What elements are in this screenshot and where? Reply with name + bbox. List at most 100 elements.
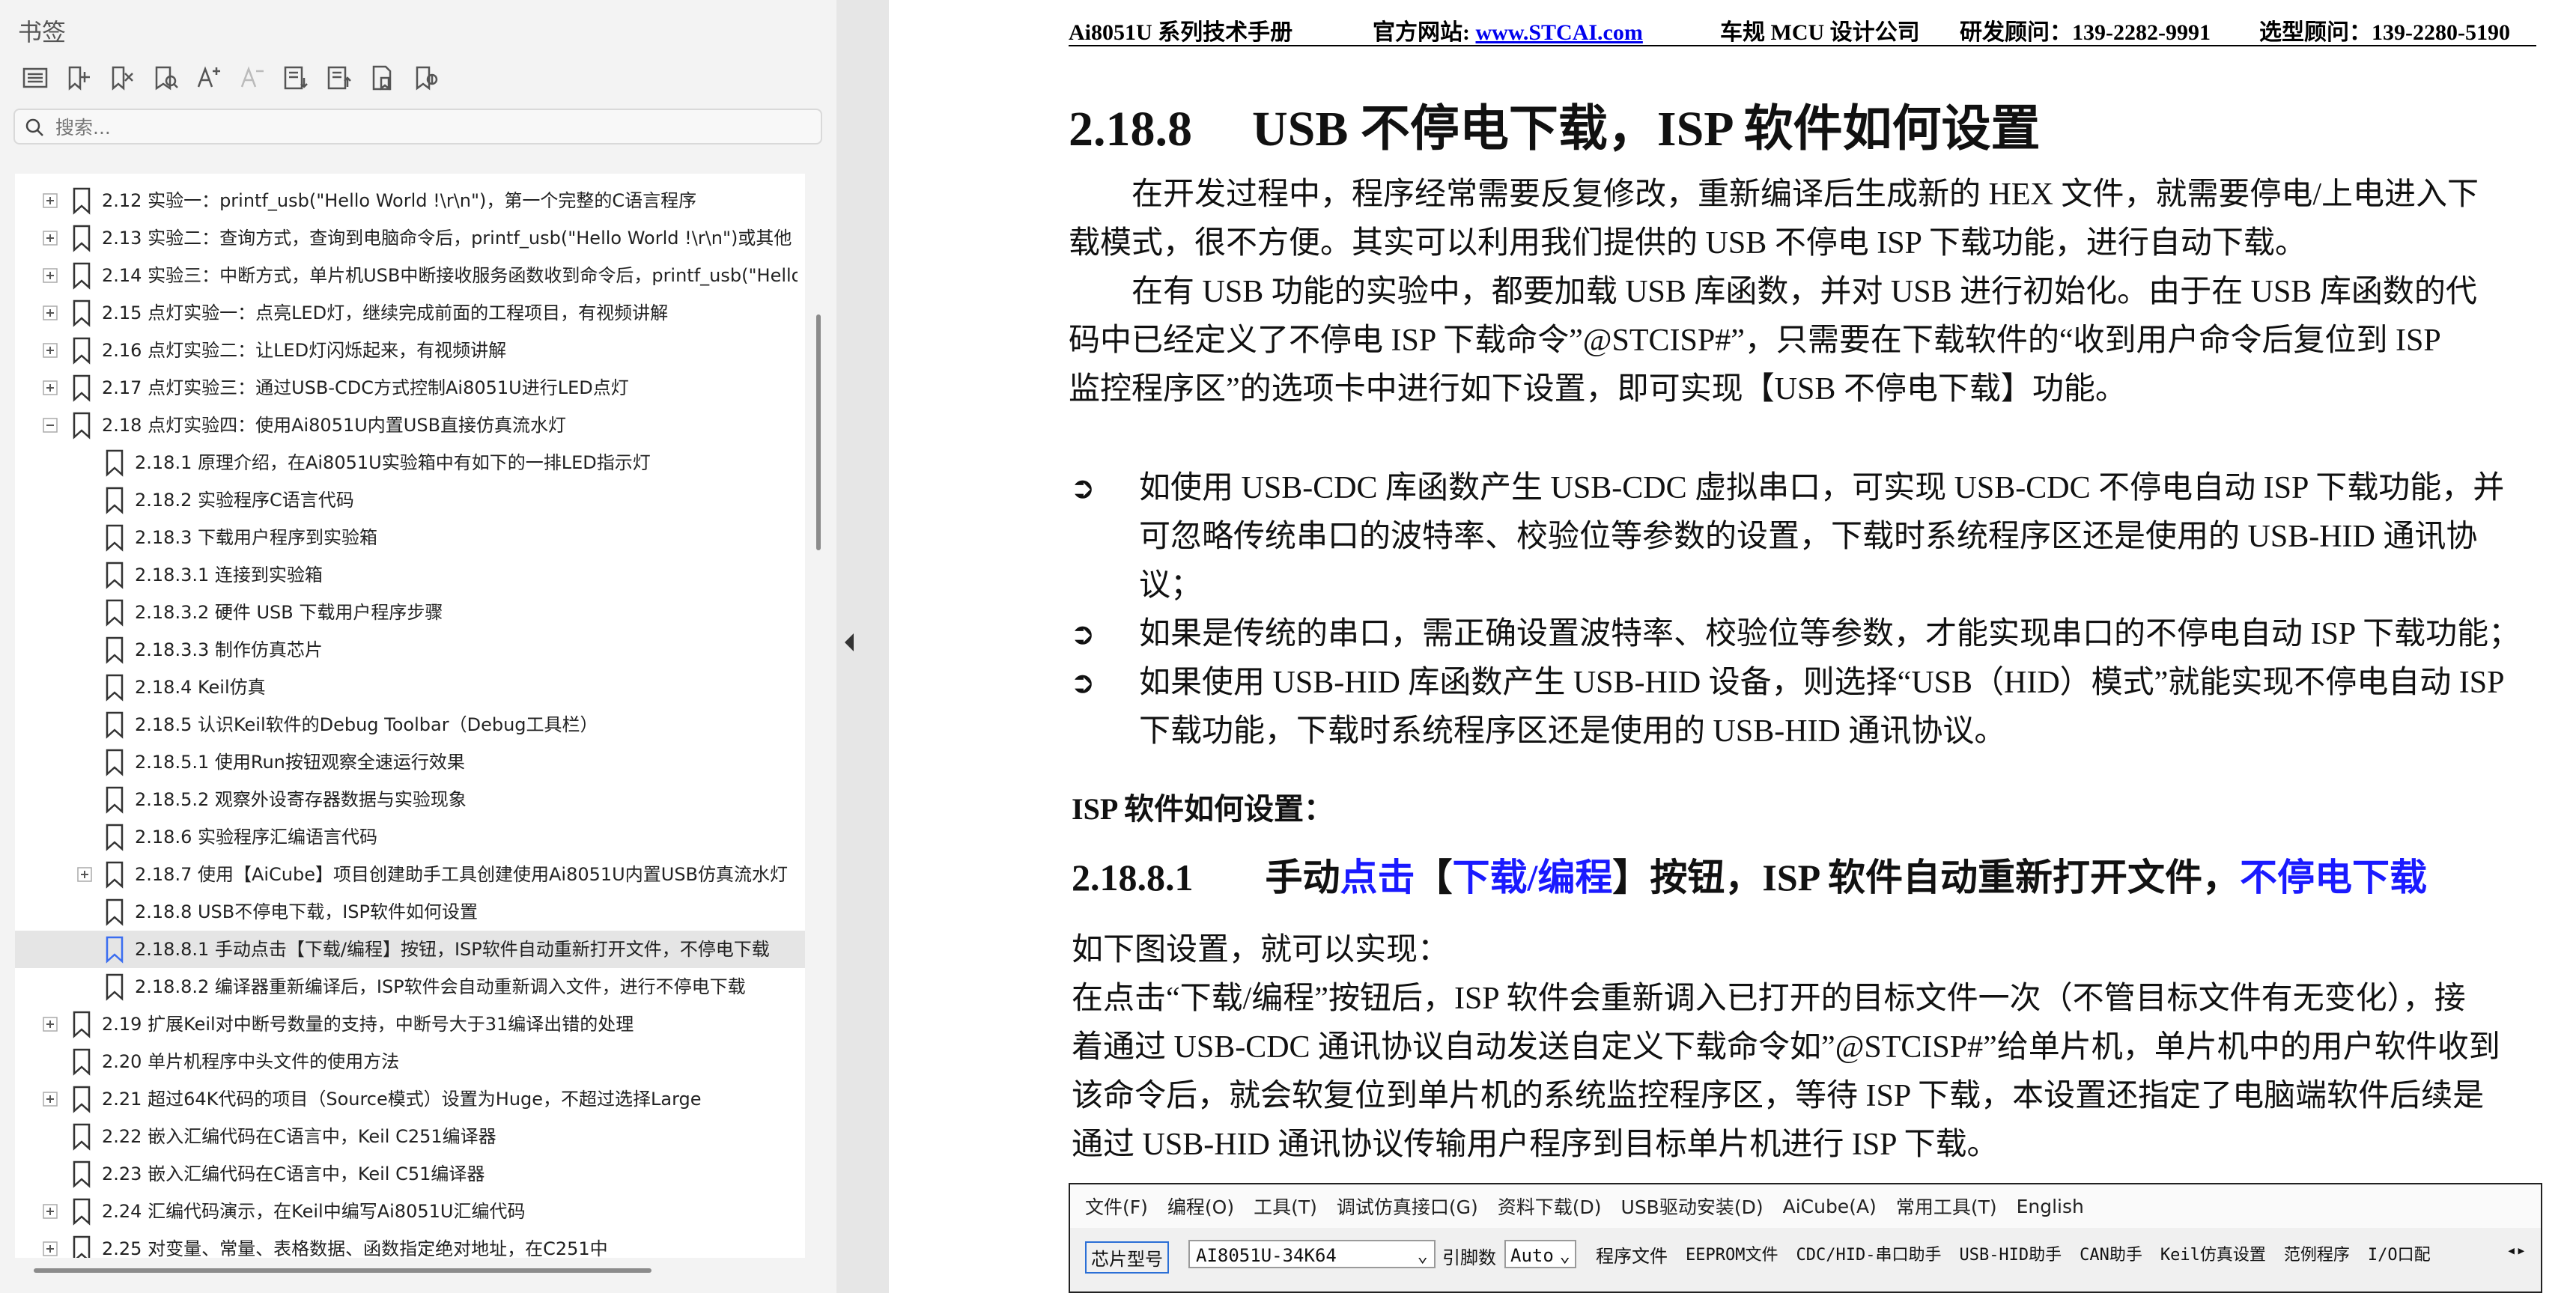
expand-icon[interactable] [42,380,58,396]
vertical-scrollbar-thumb[interactable] [816,314,821,550]
add-bookmark-icon[interactable] [57,61,100,94]
bookmark-item[interactable]: 2.18 点灯实验四：使用Ai8051U内置USB直接仿真流水灯 [15,407,805,444]
bookmark-item[interactable]: 2.18.8.2 编译器重新编译后，ISP软件会自动重新调入文件，进行不停电下载 [15,968,805,1006]
subsection-title-part: 】按钮，ISP 软件自动重新打开文件， [1612,857,2240,898]
page-bookmark-icon[interactable] [361,61,404,94]
bookmark-icon [106,973,124,1001]
bullet-2-line-1: 如果是传统的串口，需正确设置波特率、校验位等参数，才能实现串口的不停电自动 IS… [1139,617,2521,651]
paragraph-4-line-1: 在点击“下载/编程”按钮后，ISP 软件会重新调入已打开的目标文件一次（不管目标… [1072,982,2466,1016]
bookmark-item[interactable]: 2.18.3.2 硬件 USB 下载用户程序步骤 [15,594,805,631]
bullet-1-line-2: 可忽略传统串口的波特率、校验位等参数的设置，下载时系统程序区还是使用的 USB-… [1139,520,2478,554]
document-page: Ai8051U 系列技术手册 官方网站: www.STCAI.com 车规 MC… [889,0,2576,1293]
bookmark-item[interactable]: 2.18.3.1 连接到实验箱 [15,556,805,594]
bookmark-icon [106,674,124,702]
pins-select: Auto ⌄ [1504,1240,1576,1268]
bookmark-icon [73,1160,91,1188]
bookmark-label: 2.18.3.1 连接到实验箱 [135,565,323,585]
bookmark-icon [106,562,124,589]
header-website: 官方网站: www.STCAI.com [1373,13,1643,46]
search-input[interactable] [54,110,806,144]
bookmark-item[interactable]: 2.18.3.3 制作仿真芯片 [15,631,805,669]
bookmark-item[interactable]: 2.16 点灯实验二：让LED灯闪烁起来，有视频讲解 [15,332,805,369]
collapse-all-icon[interactable] [318,61,361,94]
bookmark-item[interactable]: 2.20 单片机程序中头文件的使用方法 [15,1043,805,1080]
expand-icon[interactable] [42,305,58,321]
bookmark-item[interactable]: 2.18.5.1 使用Run按钮观察全速运行效果 [15,743,805,781]
page-header: Ai8051U 系列技术手册 官方网站: www.STCAI.com 车规 MC… [1069,10,2536,46]
bookmark-icon [106,861,124,889]
bookmark-item[interactable]: 2.25 对变量、常量、表格数据、函数指定绝对地址，在C251中 [15,1230,805,1258]
bookmark-item[interactable]: 2.18.8 USB不停电下载，ISP软件如何设置 [15,893,805,931]
horizontal-scrollbar-thumb[interactable] [34,1268,651,1273]
bookmark-icon [73,225,91,252]
expand-all-icon[interactable] [274,61,318,94]
bookmark-icon [106,824,124,851]
bookmark-item[interactable]: 2.17 点灯实验三：通过USB-CDC方式控制Ai8051U进行LED点灯 [15,369,805,407]
search-icon [25,118,43,136]
isp-menu-item: 常用工具(T) [1895,1196,1997,1218]
bookmark-item[interactable]: 2.18.1 原理介绍，在Ai8051U实验箱中有如下的一排LED指示灯 [15,444,805,481]
bookmark-item[interactable]: 2.15 点灯实验一：点亮LED灯，继续完成前面的工程项目，有视频讲解 [15,294,805,332]
search-box[interactable] [13,109,822,144]
bookmark-label: 2.18.3.3 制作仿真芯片 [135,639,323,660]
expand-icon[interactable] [76,866,93,883]
bookmark-icon [73,1123,91,1151]
bookmark-item[interactable]: 2.19 扩展Keil对中断号数量的支持，中断号大于31编译出错的处理 [15,1006,805,1043]
expand-icon[interactable] [42,1016,58,1032]
pins-label: 引脚数 [1442,1247,1496,1268]
collapse-panel-icon[interactable] [840,629,858,656]
bookmark-label: 2.18.7 使用【AiCube】项目创建助手工具创建使用Ai8051U内置US… [135,864,789,885]
expand-icon[interactable] [42,230,58,246]
bookmark-label: 2.25 对变量、常量、表格数据、函数指定绝对地址，在C251中 [102,1238,608,1258]
bookmark-item[interactable]: 2.18.8.1 手动点击【下载/编程】按钮，ISP软件自动重新打开文件，不停电… [15,931,805,968]
panel-title: 书签 [18,18,67,46]
expand-icon[interactable] [42,267,58,284]
bookmark-icon [73,1235,91,1258]
bookmark-label: 2.16 点灯实验二：让LED灯闪烁起来，有视频讲解 [102,340,507,361]
expand-icon[interactable] [42,342,58,359]
isp-tab: 范例程序 [2283,1246,2350,1265]
expand-icon[interactable] [42,1091,58,1107]
bookmark-item[interactable]: 2.18.3 下载用户程序到实验箱 [15,519,805,556]
bookmark-item[interactable]: 2.18.7 使用【AiCube】项目创建助手工具创建使用Ai8051U内置US… [15,856,805,893]
isp-tab-bar: 程序文件 EEPROM文件 CDC/HID-串口助手 USB-HID助手 CAN助手 Ke… [1587,1241,2440,1268]
collapse-icon[interactable] [42,417,58,433]
website-link[interactable]: www.STCAI.com [1476,20,1643,45]
bookmark-toolbar [13,61,448,94]
delete-bookmark-icon[interactable] [100,61,144,94]
bookmark-item[interactable]: 2.21 超过64K代码的项目（Source模式）设置为Huge，不超过选择La… [15,1080,805,1118]
outline-icon[interactable] [13,61,57,94]
bookmark-item[interactable]: 2.18.6 实验程序汇编语言代码 [15,818,805,856]
font-smaller-icon[interactable] [231,61,274,94]
goto-bookmark-icon[interactable] [404,61,448,94]
paragraph-4-line-3: 该命令后，就会软复位到单片机的系统监控程序区，等待 ISP 下载，本设置还指定了… [1072,1079,2485,1113]
bookmark-item[interactable]: 2.24 汇编代码演示，在Keil中编写Ai8051U汇编代码 [15,1193,805,1230]
bookmark-icon [106,487,124,514]
bookmark-label: 2.18 点灯实验四：使用Ai8051U内置USB直接仿真流水灯 [102,415,567,436]
bookmark-item[interactable]: 2.18.5.2 观察外设寄存器数据与实验现象 [15,781,805,818]
expand-icon[interactable] [42,1203,58,1220]
bookmark-tree[interactable]: 2.12 实验一：printf_usb("Hello World !\r\n")… [15,174,805,1258]
bookmark-label: 2.14 实验三：中断方式，单片机USB中断接收服务函数收到命令后，printf… [102,265,798,286]
bookmark-item[interactable]: 2.22 嵌入汇编代码在C语言中，Keil C251编译器 [15,1118,805,1155]
bookmark-item[interactable]: 2.13 实验二：查询方式，查询到电脑命令后，printf_usb("Hello… [15,219,805,257]
font-larger-icon[interactable] [187,61,231,94]
bookmark-label: 2.21 超过64K代码的项目（Source模式）设置为Huge，不超过选择La… [102,1089,702,1110]
bookmark-icon [73,412,91,439]
bookmark-item[interactable]: 2.18.2 实验程序C语言代码 [15,481,805,519]
bookmark-panel: 书签 2.12 实验一：printf_usb("Hello World !\r\… [0,0,836,1293]
bookmark-item[interactable]: 2.18.5 认识Keil软件的Debug Toolbar（Debug工具栏） [15,706,805,743]
bookmark-item[interactable]: 2.23 嵌入汇编代码在C语言中，Keil C51编译器 [15,1155,805,1193]
subsection-title-highlight: 下载/编程 [1452,857,1613,898]
expand-icon[interactable] [42,192,58,209]
bookmark-item[interactable]: 2.18.4 Keil仿真 [15,669,805,706]
find-bookmark-icon[interactable] [144,61,187,94]
chip-model-button: 芯片型号 [1085,1241,1169,1274]
bookmark-item[interactable]: 2.12 实验一：printf_usb("Hello World !\r\n")… [15,182,805,219]
bullet-3-line-2: 下载功能，下载时系统程序区还是使用的 USB-HID 通讯协议。 [1139,714,2006,749]
bookmark-item[interactable]: 2.14 实验三：中断方式，单片机USB中断接收服务函数收到命令后，printf… [15,257,805,294]
expand-icon[interactable] [42,1241,58,1257]
header-sales-contact: 选型顾问：139-2280-5190 [2259,20,2510,45]
isp-menu-item: 编程(O) [1167,1196,1235,1218]
bookmark-label: 2.22 嵌入汇编代码在C语言中，Keil C251编译器 [102,1126,496,1147]
